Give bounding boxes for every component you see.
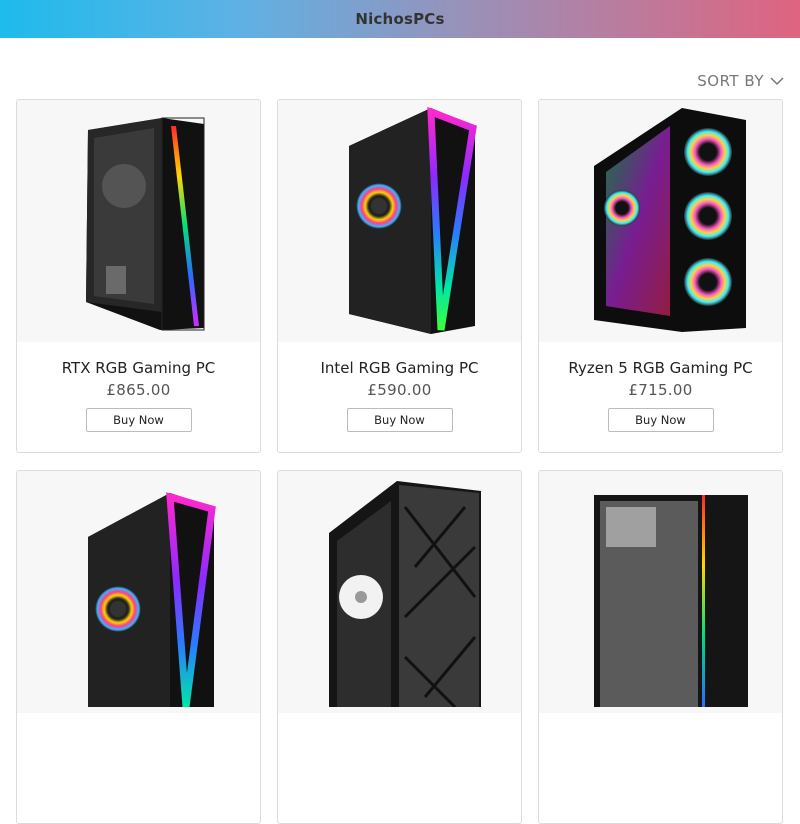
product-name[interactable]: Ryzen 5 RGB Gaming PC bbox=[539, 359, 782, 377]
sort-bar: SORT BY bbox=[0, 38, 800, 90]
product-price: £865.00 bbox=[106, 381, 171, 399]
product-price: £590.00 bbox=[367, 381, 432, 399]
sort-by-label: SORT BY bbox=[697, 72, 764, 90]
product-name[interactable]: Intel RGB Gaming PC bbox=[278, 359, 521, 377]
product-card[interactable] bbox=[277, 470, 522, 824]
product-card[interactable] bbox=[16, 470, 261, 824]
product-image[interactable] bbox=[278, 471, 521, 713]
pc-case-image bbox=[85, 117, 204, 331]
sort-by-dropdown[interactable]: SORT BY bbox=[697, 72, 784, 90]
top-bar: NichosPCs bbox=[0, 0, 800, 38]
product-card[interactable]: Intel RGB Gaming PC £590.00 Buy Now bbox=[277, 99, 522, 453]
chevron-down-icon bbox=[770, 77, 784, 86]
buy-now-button[interactable]: Buy Now bbox=[346, 408, 453, 432]
product-name[interactable]: RTX RGB Gaming PC bbox=[17, 359, 260, 377]
buy-now-button[interactable]: Buy Now bbox=[85, 408, 192, 432]
product-card[interactable]: Ryzen 5 RGB Gaming PC £715.00 Buy Now bbox=[538, 99, 783, 453]
buy-now-button[interactable]: Buy Now bbox=[607, 408, 714, 432]
product-image[interactable] bbox=[539, 471, 782, 713]
product-image[interactable] bbox=[539, 100, 782, 342]
pc-case-image bbox=[348, 106, 477, 334]
brand-title[interactable]: NichosPCs bbox=[355, 10, 444, 28]
product-card[interactable] bbox=[538, 470, 783, 824]
product-grid: RTX RGB Gaming PC £865.00 Buy Now Intel … bbox=[16, 99, 784, 824]
pc-case-image bbox=[593, 108, 746, 332]
product-image[interactable] bbox=[278, 100, 521, 342]
pc-case-image bbox=[593, 495, 748, 707]
pc-case-image bbox=[328, 481, 481, 707]
product-card[interactable]: RTX RGB Gaming PC £865.00 Buy Now bbox=[16, 99, 261, 453]
pc-case-image bbox=[87, 492, 216, 707]
product-image[interactable] bbox=[17, 100, 260, 342]
product-image[interactable] bbox=[17, 471, 260, 713]
product-price: £715.00 bbox=[628, 381, 693, 399]
